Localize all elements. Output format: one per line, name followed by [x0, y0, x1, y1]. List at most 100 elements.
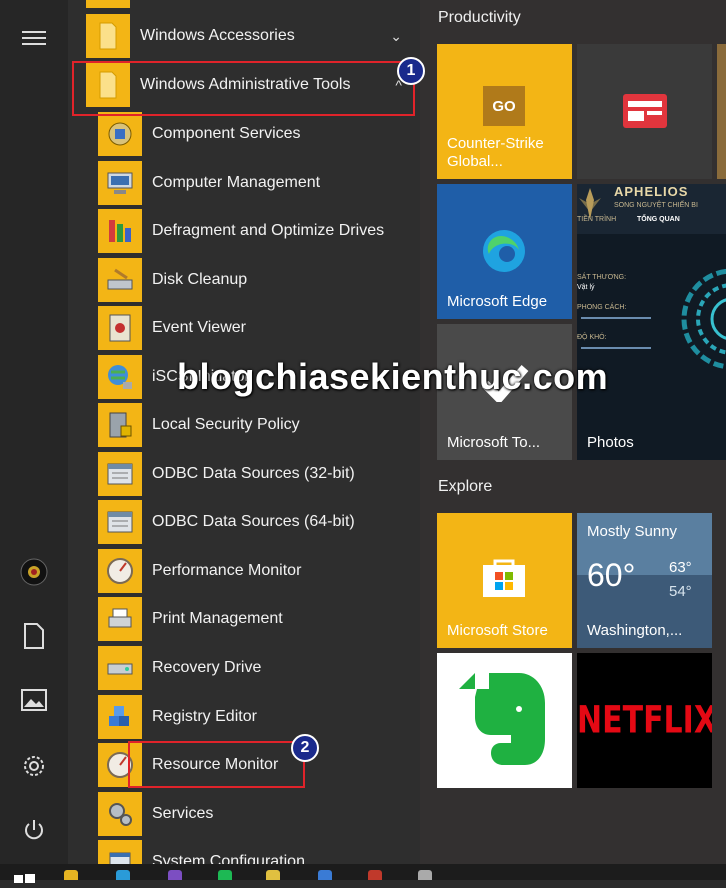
- services-gears-icon: [98, 792, 142, 836]
- system-configuration-icon: [98, 840, 142, 864]
- iscsi-initiator-icon: [98, 355, 142, 399]
- computer-management-icon: [98, 161, 142, 205]
- app-label: Disk Cleanup: [152, 271, 248, 288]
- documents-icon[interactable]: [14, 616, 54, 656]
- app-computer-management[interactable]: Computer Management: [98, 160, 418, 206]
- registry-editor-icon: [98, 695, 142, 739]
- tile-news[interactable]: [577, 44, 712, 179]
- component-services-icon: [98, 112, 142, 156]
- user-avatar[interactable]: [14, 552, 54, 592]
- app-recovery-drive[interactable]: Recovery Drive: [98, 645, 418, 691]
- netflix-logo: NETFLIX: [577, 698, 712, 743]
- odbc-icon: [98, 452, 142, 496]
- aphelios-stat-label: PHONG CÁCH:: [577, 304, 627, 311]
- callout-badge-2: 2: [291, 734, 319, 762]
- aphelios-stat-value: Vật lý: [577, 284, 595, 291]
- counter-strike-logo-icon: GO: [483, 86, 525, 126]
- evernote-elephant-icon: [459, 673, 545, 765]
- app-taskbar-icon[interactable]: [318, 870, 332, 880]
- performance-monitor-icon: [98, 549, 142, 593]
- tile-weather[interactable]: Mostly Sunny 60° 63° 54° Washington,...: [577, 513, 712, 648]
- tile-evernote[interactable]: [437, 653, 572, 788]
- settings-gear-icon[interactable]: [14, 746, 54, 786]
- app-taskbar-icon[interactable]: [168, 870, 182, 880]
- app-component-services[interactable]: Component Services: [98, 111, 418, 157]
- file-explorer-icon[interactable]: [64, 870, 78, 880]
- app-label: Component Services: [152, 125, 301, 142]
- tile-microsoft-edge[interactable]: Microsoft Edge: [437, 184, 572, 319]
- recovery-drive-icon: [98, 646, 142, 690]
- tile-netflix[interactable]: NETFLIX: [577, 653, 712, 788]
- weather-temperature: 60°: [587, 557, 636, 593]
- folder-label: Windows Accessories: [140, 27, 295, 44]
- app-odbc-data-sources-32-bit[interactable]: ODBC Data Sources (32-bit): [98, 451, 418, 497]
- aphelios-tab: TIỀN TRÌNH: [577, 216, 617, 223]
- store-bag-icon: [483, 559, 525, 597]
- pictures-icon[interactable]: [14, 680, 54, 720]
- edge-icon: [483, 230, 525, 272]
- aphelios-stat-label: ĐỘ KHÓ:: [577, 334, 607, 341]
- tile-label: Microsoft Edge: [447, 293, 548, 310]
- group-title-explore: Explore: [438, 478, 493, 495]
- app-taskbar-icon[interactable]: [368, 870, 382, 880]
- app-event-viewer[interactable]: Event Viewer: [98, 305, 418, 351]
- app-label: Event Viewer: [152, 319, 246, 336]
- tile-photos[interactable]: APHELIOS SONG NGUYỆT CHIẾN BI TIỀN TRÌNH…: [577, 184, 726, 460]
- aphelios-rings-graphic: [681, 268, 726, 370]
- disk-cleanup-icon: [98, 258, 142, 302]
- group-title-productivity: Productivity: [438, 9, 521, 26]
- tile-partial-image[interactable]: [717, 44, 726, 179]
- edge-taskbar-icon[interactable]: [116, 870, 130, 880]
- app-services[interactable]: Services: [98, 791, 418, 837]
- highlight-box-resource-monitor: [128, 741, 305, 788]
- tile-label: Microsoft To...: [447, 434, 541, 451]
- start-rail: [0, 0, 68, 864]
- tile-label: Photos: [587, 434, 634, 451]
- app-disk-cleanup[interactable]: Disk Cleanup: [98, 257, 418, 303]
- chrome-icon[interactable]: [266, 870, 280, 880]
- app-list: Windows Accessories ⌄ Windows Administra…: [68, 0, 420, 864]
- power-icon[interactable]: [14, 810, 54, 850]
- windows-start-icon[interactable]: [14, 870, 36, 883]
- tile-label: Washington,...: [587, 622, 683, 639]
- app-label: System Configuration: [152, 853, 305, 864]
- local-security-policy-icon: [98, 403, 142, 447]
- highlight-box-administrative-tools: [72, 61, 415, 116]
- odbc-icon: [98, 500, 142, 544]
- folder-icon: [86, 14, 130, 58]
- app-label: Print Management: [152, 610, 283, 627]
- tile-label: Microsoft Store: [447, 622, 548, 639]
- app-print-management[interactable]: Print Management: [98, 596, 418, 642]
- app-label: Defragment and Optimize Drives: [152, 222, 385, 239]
- app-label: ODBC Data Sources (64-bit): [152, 513, 355, 530]
- app-label: Registry Editor: [152, 708, 257, 725]
- folder-windows-accessories[interactable]: Windows Accessories ⌄: [86, 13, 416, 59]
- event-viewer-icon: [98, 306, 142, 350]
- news-icon: [623, 94, 667, 128]
- taskbar: [0, 864, 726, 883]
- weather-high: 63°: [669, 559, 692, 576]
- aphelios-stat-label: SÁT THƯƠNG:: [577, 274, 627, 281]
- aphelios-subtitle: SONG NGUYỆT CHIẾN BI: [614, 202, 698, 209]
- tile-microsoft-store[interactable]: Microsoft Store: [437, 513, 572, 648]
- app-local-security-policy[interactable]: Local Security Policy: [98, 402, 418, 448]
- weather-condition: Mostly Sunny: [587, 523, 678, 540]
- app-label: Performance Monitor: [152, 562, 302, 579]
- app-performance-monitor[interactable]: Performance Monitor: [98, 548, 418, 594]
- hamburger-menu-icon[interactable]: [14, 18, 54, 58]
- app-odbc-data-sources-64-bit[interactable]: ODBC Data Sources (64-bit): [98, 499, 418, 545]
- app-defragment-and-optimize-drives[interactable]: Defragment and Optimize Drives: [98, 208, 418, 254]
- app-system-configuration[interactable]: System Configuration: [98, 839, 418, 864]
- aphelios-title: APHELIOS: [614, 184, 689, 199]
- print-management-icon: [98, 597, 142, 641]
- app-label: Services: [152, 805, 214, 822]
- app-label: Computer Management: [152, 174, 321, 191]
- spotify-icon[interactable]: [218, 870, 232, 880]
- tile-counter-strike[interactable]: GO Counter-Strike Global...: [437, 44, 572, 179]
- tiles-pane: Productivity GO Counter-Strike Global...…: [420, 0, 726, 864]
- app-registry-editor[interactable]: Registry Editor: [98, 694, 418, 740]
- app-label: ODBC Data Sources (32-bit): [152, 465, 355, 482]
- watermark-text: blogchiasekienthuc.com: [177, 356, 609, 397]
- resource-monitor-taskbar-icon[interactable]: [418, 870, 432, 880]
- chevron-down-icon: ⌄: [390, 27, 402, 44]
